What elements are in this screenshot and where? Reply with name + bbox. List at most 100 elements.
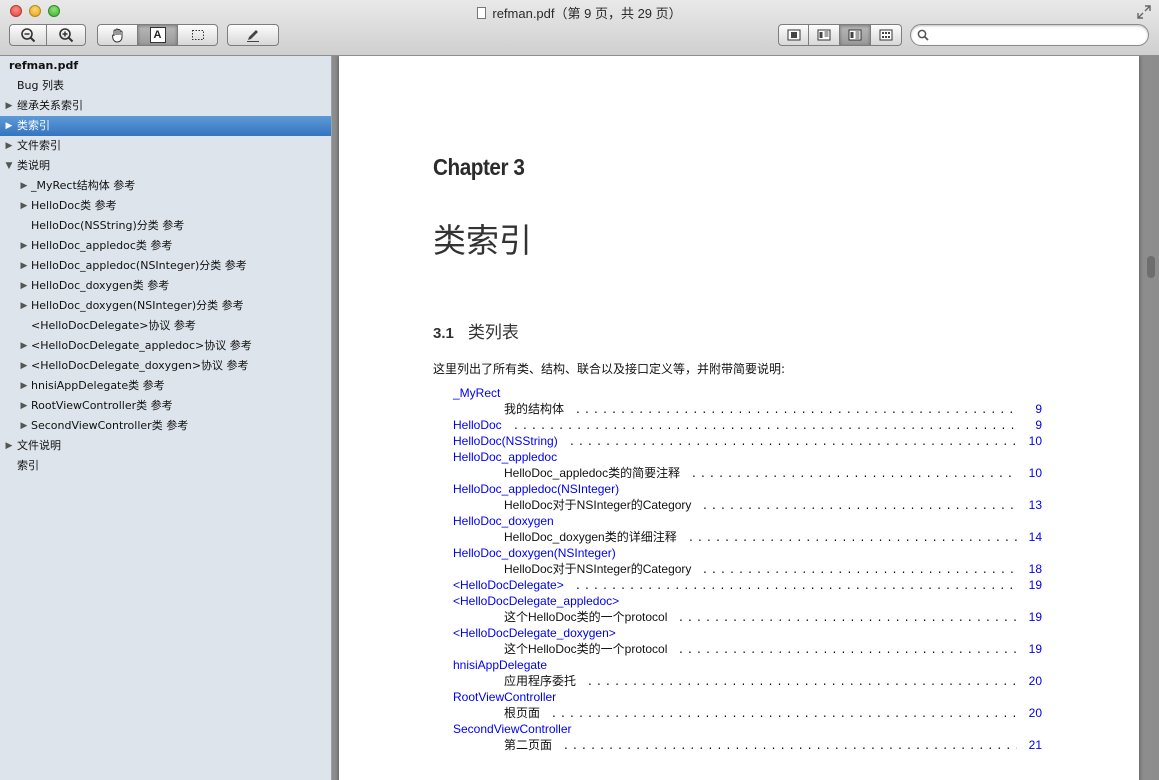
disclosure-collapsed-icon[interactable]: ▶ <box>18 256 30 276</box>
toc-page-number[interactable]: 19 <box>1002 609 1042 625</box>
sidebar-item-label: HelloDoc_appledoc(NSInteger)分类 参考 <box>31 259 247 272</box>
toc-entry-description: 我的结构体 <box>504 402 565 416</box>
toc-page-number[interactable]: 21 <box>1002 737 1042 753</box>
section-number: 3.1 <box>433 325 454 342</box>
sidebar-item-label: 类索引 <box>17 119 50 132</box>
sidebar-item[interactable]: ▶ RootViewController类 参考 <box>0 396 331 416</box>
toc-page-number[interactable]: 20 <box>1002 705 1042 721</box>
disclosure-collapsed-icon[interactable]: ▶ <box>18 416 30 436</box>
fullscreen-icon[interactable] <box>1137 5 1151 19</box>
toc-leader-dots: . . . . . . . . . . . . . . . . . . . . … <box>514 418 1017 432</box>
toc-page-number[interactable]: 18 <box>1002 561 1042 577</box>
sidebar-item[interactable]: ▶ 类索引 <box>0 116 331 136</box>
disclosure-expanded-icon[interactable]: ▼ <box>3 156 15 176</box>
toc-entry-link[interactable]: RootViewController <box>453 689 556 705</box>
hand-tool-button[interactable] <box>97 24 138 46</box>
disclosure-collapsed-icon[interactable]: ▶ <box>3 436 15 456</box>
view-contact-sheet-button[interactable] <box>871 24 902 46</box>
sidebar-item-label: <HelloDocDelegate>协议 参考 <box>31 319 196 332</box>
view-two-page-button[interactable] <box>809 24 840 46</box>
sidebar-item[interactable]: ▶ <HelloDocDelegate_doxygen>协议 参考 <box>0 356 331 376</box>
sidebar-item-label: HelloDoc类 参考 <box>31 199 117 212</box>
search-field[interactable] <box>910 24 1149 46</box>
toc-entry-link[interactable]: _MyRect <box>453 385 500 401</box>
disclosure-collapsed-icon[interactable]: ▶ <box>3 136 15 156</box>
toc-entry-link[interactable]: hnisiAppDelegate <box>453 657 547 673</box>
toc-entry-description: HelloDoc对于NSInteger的Category <box>504 498 692 512</box>
sidebar-item[interactable]: ▶ 文件说明 <box>0 436 331 456</box>
disclosure-collapsed-icon[interactable]: ▶ <box>18 396 30 416</box>
toc-entry-link[interactable]: HelloDoc_doxygen(NSInteger) <box>453 545 616 561</box>
toc-entry-link[interactable]: HelloDoc_appledoc(NSInteger) <box>453 481 619 497</box>
view-single-page-button[interactable] <box>778 24 809 46</box>
rect-select-tool-button[interactable] <box>178 24 218 46</box>
view-continuous-button[interactable] <box>840 24 871 46</box>
zoom-out-button[interactable] <box>9 24 47 46</box>
toc-page-number[interactable]: 14 <box>1002 529 1042 545</box>
sidebar-item[interactable]: <HelloDocDelegate>协议 参考 <box>0 316 331 336</box>
zoom-button-group <box>9 24 86 46</box>
toc-entry-link[interactable]: SecondViewController <box>453 721 572 737</box>
view-mode-group <box>778 24 902 46</box>
zoom-in-button[interactable] <box>47 24 86 46</box>
disclosure-collapsed-icon[interactable]: ▶ <box>18 296 30 316</box>
toc-entry-link[interactable]: <HelloDocDelegate_doxygen> <box>453 625 616 641</box>
toc-entry-link[interactable]: <HelloDocDelegate> <box>453 577 564 593</box>
sidebar-item[interactable]: refman.pdf <box>0 56 331 76</box>
toc-page-number[interactable]: 10 <box>1002 465 1042 481</box>
disclosure-collapsed-icon[interactable]: ▶ <box>18 336 30 356</box>
annotate-button[interactable] <box>227 24 279 46</box>
toc-entry-link[interactable]: HelloDoc_doxygen <box>453 513 554 529</box>
section-heading: 3.1 类列表 <box>433 318 519 343</box>
toc-page-number[interactable]: 10 <box>1002 433 1042 449</box>
toc-page-number[interactable]: 13 <box>1002 497 1042 513</box>
disclosure-collapsed-icon[interactable]: ▶ <box>18 276 30 296</box>
toc-entry-description: 第二页面 <box>504 738 553 752</box>
sidebar-item[interactable]: 索引 <box>0 456 331 476</box>
zoom-out-icon <box>21 28 36 43</box>
sidebar-item[interactable]: ▶ HelloDoc_doxygen(NSInteger)分类 参考 <box>0 296 331 316</box>
toc-page-number[interactable]: 20 <box>1002 673 1042 689</box>
toc-page-number[interactable]: 19 <box>1002 577 1042 593</box>
toc-entry-link[interactable]: HelloDoc(NSString) <box>453 433 558 449</box>
sidebar-item[interactable]: ▶ _MyRect结构体 参考 <box>0 176 331 196</box>
search-input[interactable] <box>933 27 1142 45</box>
text-select-tool-button[interactable]: A <box>138 24 178 46</box>
sidebar-item[interactable]: ▶ hnisiAppDelegate类 参考 <box>0 376 331 396</box>
sidebar-item[interactable]: ▶ HelloDoc_appledoc(NSInteger)分类 参考 <box>0 256 331 276</box>
sidebar-item[interactable]: Bug 列表 <box>0 76 331 96</box>
sidebar-item-label: SecondViewController类 参考 <box>31 419 189 432</box>
toc-entry-link[interactable]: HelloDoc <box>453 417 502 433</box>
disclosure-collapsed-icon[interactable]: ▶ <box>18 356 30 376</box>
continuous-icon <box>848 29 862 41</box>
toc-page-number[interactable]: 19 <box>1002 641 1042 657</box>
annotate-button-group <box>227 24 279 46</box>
disclosure-collapsed-icon[interactable]: ▶ <box>18 196 30 216</box>
vertical-scrollbar-thumb[interactable] <box>1147 256 1155 278</box>
toc-page-number[interactable]: 9 <box>1002 401 1042 417</box>
toc-entry-link[interactable]: <HelloDocDelegate_appledoc> <box>453 593 619 609</box>
section-title: 类列表 <box>467 323 519 343</box>
sidebar-item[interactable]: ▶ HelloDoc类 参考 <box>0 196 331 216</box>
toc-entry-link[interactable]: HelloDoc_appledoc <box>453 449 557 465</box>
sidebar-item[interactable]: ▶ SecondViewController类 参考 <box>0 416 331 436</box>
sidebar-item[interactable]: ▶ <HelloDocDelegate_appledoc>协议 参考 <box>0 336 331 356</box>
sidebar-item-label: Bug 列表 <box>17 79 64 92</box>
disclosure-collapsed-icon[interactable]: ▶ <box>18 236 30 256</box>
document-view[interactable]: Chapter 3 类索引 3.1 类列表 这里列出了所有类、结构、联合以及接口定… <box>332 56 1159 780</box>
sidebar-item[interactable]: ▶ HelloDoc_appledoc类 参考 <box>0 236 331 256</box>
toc-page-number[interactable]: 9 <box>1002 417 1042 433</box>
sidebar-item[interactable]: ▶ 文件索引 <box>0 136 331 156</box>
sidebar-item[interactable]: HelloDoc(NSString)分类 参考 <box>0 216 331 236</box>
sidebar-item-label: <HelloDocDelegate_doxygen>协议 参考 <box>31 359 249 372</box>
toc-entry-description: HelloDoc_appledoc类的简要注释 <box>504 466 681 480</box>
sidebar-item[interactable]: ▶ HelloDoc_doxygen类 参考 <box>0 276 331 296</box>
two-page-icon <box>817 29 831 41</box>
disclosure-collapsed-icon[interactable]: ▶ <box>18 176 30 196</box>
sidebar-item[interactable]: ▼ 类说明 <box>0 156 331 176</box>
disclosure-collapsed-icon[interactable]: ▶ <box>3 116 15 136</box>
sidebar-item[interactable]: ▶ 继承关系索引 <box>0 96 331 116</box>
sidebar-item-label: HelloDoc_doxygen类 参考 <box>31 279 170 292</box>
disclosure-collapsed-icon[interactable]: ▶ <box>3 96 15 116</box>
disclosure-collapsed-icon[interactable]: ▶ <box>18 376 30 396</box>
